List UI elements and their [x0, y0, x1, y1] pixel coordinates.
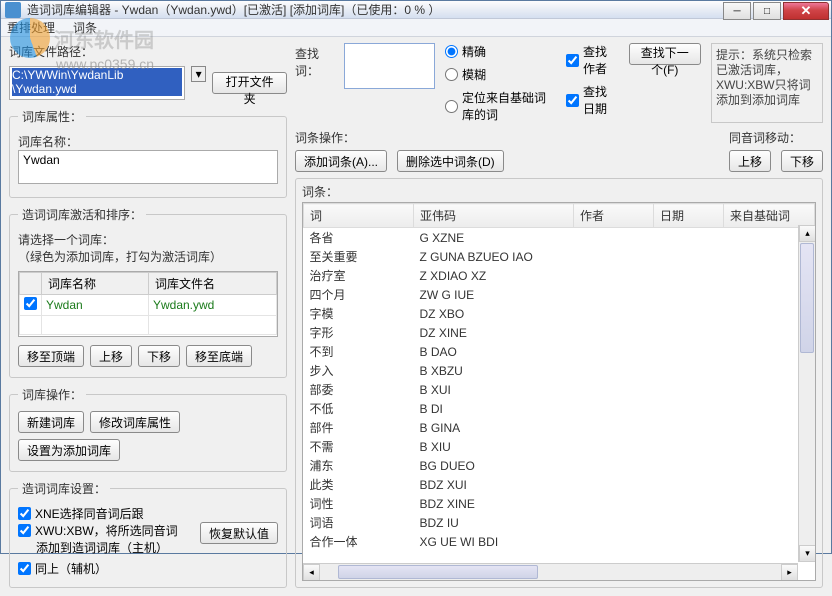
path-dropdown-icon[interactable]: ▾ — [191, 66, 206, 82]
syn-up-button[interactable]: 上移 — [729, 150, 771, 172]
edit-attr-button[interactable]: 修改词库属性 — [90, 411, 180, 433]
list-item[interactable]: 浦东BG DUEO — [304, 456, 815, 475]
select-sub: （绿色为添加词库，打勾为激活词库） — [18, 248, 278, 265]
hint-box: 提示：系统只检索已激活词库，XWU:XBW只将词添加到添加词库 — [711, 43, 823, 123]
col-date[interactable]: 日期 — [654, 204, 724, 228]
activate-legend: 造词词库激活和排序： — [18, 206, 146, 223]
list-item[interactable]: 各省G XZNE — [304, 228, 815, 248]
col-code[interactable]: 亚伟码 — [414, 204, 574, 228]
search-label: 查找词： — [295, 43, 334, 123]
radio-base[interactable] — [445, 100, 458, 113]
restore-default-button[interactable]: 恢复默认值 — [200, 522, 278, 544]
hscroll-thumb[interactable] — [338, 565, 538, 579]
delete-entry-button[interactable]: 删除选中词条(D) — [397, 150, 504, 172]
list-item[interactable]: 步入B XBZU — [304, 361, 815, 380]
menu-entry[interactable]: 词条 — [73, 19, 97, 36]
app-icon — [5, 2, 21, 18]
db-attrs-legend: 词库属性： — [18, 108, 86, 125]
chk-xwu[interactable] — [18, 524, 31, 537]
horizontal-scrollbar[interactable]: ◂ ▸ — [303, 563, 798, 580]
col-word[interactable]: 词 — [304, 204, 414, 228]
chk-date[interactable] — [566, 94, 579, 107]
db-ops-legend: 词库操作： — [18, 386, 86, 403]
find-next-button[interactable]: 查找下一个(F) — [629, 43, 701, 65]
col-file[interactable]: 词库文件名 — [148, 273, 276, 295]
list-item[interactable]: 不到B DAO — [304, 342, 815, 361]
entries-label: 词条： — [302, 183, 816, 200]
row-activate-check[interactable] — [24, 297, 37, 310]
list-item[interactable]: 此类BDZ XUI — [304, 475, 815, 494]
syn-move-label: 同音词移动： — [729, 129, 823, 146]
radio-fuzzy[interactable] — [445, 68, 458, 81]
list-item[interactable]: 词性BDZ XINE — [304, 494, 815, 513]
list-item[interactable]: 部委B XUI — [304, 380, 815, 399]
menu-queue[interactable]: 重排处理 — [7, 19, 55, 36]
menubar: 重排处理 词条 — [1, 19, 831, 37]
path-label: 词库文件路径： — [9, 43, 287, 60]
entries-list[interactable]: 词 亚伟码 作者 日期 来自基础词 各省G XZNE至关重要Z GUNA BZU… — [302, 202, 816, 581]
open-folder-button[interactable]: 打开文件夹 — [212, 72, 287, 94]
db-settings-group: 造词词库设置： XNE选择同音词后跟 XWU:XBW，将所选同音词 添加到造词词… — [9, 480, 287, 588]
list-item[interactable]: 至关重要Z GUNA BZUEO IAO — [304, 247, 815, 266]
move-up-button[interactable]: 上移 — [90, 345, 132, 367]
list-item[interactable]: 四个月ZW G IUE — [304, 285, 815, 304]
table-row[interactable]: Ywdan Ywdan.ywd — [20, 295, 277, 316]
list-item[interactable]: 合作一体XG UE WI BDI — [304, 532, 815, 551]
col-author[interactable]: 作者 — [574, 204, 654, 228]
col-name[interactable]: 词库名称 — [42, 273, 149, 295]
chk-xne[interactable] — [18, 507, 31, 520]
syn-down-button[interactable]: 下移 — [781, 150, 823, 172]
add-entry-button[interactable]: 添加词条(A)... — [295, 150, 387, 172]
chk-aux[interactable] — [18, 562, 31, 575]
list-item[interactable]: 词语BDZ IU — [304, 513, 815, 532]
titlebar: 造词词库编辑器 - Ywdan（Ywdan.ywd）[已激活] [添加词库]（已… — [1, 1, 831, 19]
move-down-button[interactable]: 下移 — [138, 345, 180, 367]
db-name-label: 词库名称： — [18, 133, 278, 150]
db-attrs-group: 词库属性： 词库名称： Ywdan — [9, 108, 287, 198]
db-grid[interactable]: 词库名称 词库文件名 Ywdan Ywdan.ywd — [18, 271, 278, 337]
select-hint: 请选择一个词库： — [18, 231, 278, 248]
list-item[interactable]: 字形DZ XINE — [304, 323, 815, 342]
maximize-button[interactable]: □ — [753, 2, 781, 20]
activate-sort-group: 造词词库激活和排序： 请选择一个词库： （绿色为添加词库，打勾为激活词库） 词库… — [9, 206, 287, 378]
window-title: 造词词库编辑器 - Ywdan（Ywdan.ywd）[已激活] [添加词库]（已… — [27, 1, 827, 18]
db-settings-legend: 造词词库设置： — [18, 480, 110, 497]
entry-ops-label: 词条操作： — [295, 129, 504, 146]
list-item[interactable]: 不需B XIU — [304, 437, 815, 456]
minimize-button[interactable]: ─ — [723, 2, 751, 20]
move-bottom-button[interactable]: 移至底端 — [186, 345, 252, 367]
list-item[interactable]: 治疗室Z XDIAO XZ — [304, 266, 815, 285]
list-item[interactable]: 不低B DI — [304, 399, 815, 418]
path-input[interactable]: C:\YWWin\YwdanLib \Ywdan.ywd — [9, 66, 185, 100]
new-db-button[interactable]: 新建词库 — [18, 411, 84, 433]
db-name-input[interactable]: Ywdan — [18, 150, 278, 184]
vertical-scrollbar[interactable]: ▴ ▾ — [798, 225, 815, 562]
db-ops-group: 词库操作： 新建词库 修改词库属性 设置为添加词库 — [9, 386, 287, 472]
radio-exact[interactable] — [445, 45, 458, 58]
scroll-thumb[interactable] — [800, 243, 814, 353]
list-item[interactable]: 部件B GINA — [304, 418, 815, 437]
list-item[interactable]: 字模DZ XBO — [304, 304, 815, 323]
col-base[interactable]: 来自基础词 — [724, 204, 815, 228]
set-add-button[interactable]: 设置为添加词库 — [18, 439, 120, 461]
close-button[interactable]: ✕ — [783, 2, 829, 20]
move-top-button[interactable]: 移至顶端 — [18, 345, 84, 367]
search-input[interactable] — [344, 43, 435, 89]
chk-author[interactable] — [566, 54, 579, 67]
